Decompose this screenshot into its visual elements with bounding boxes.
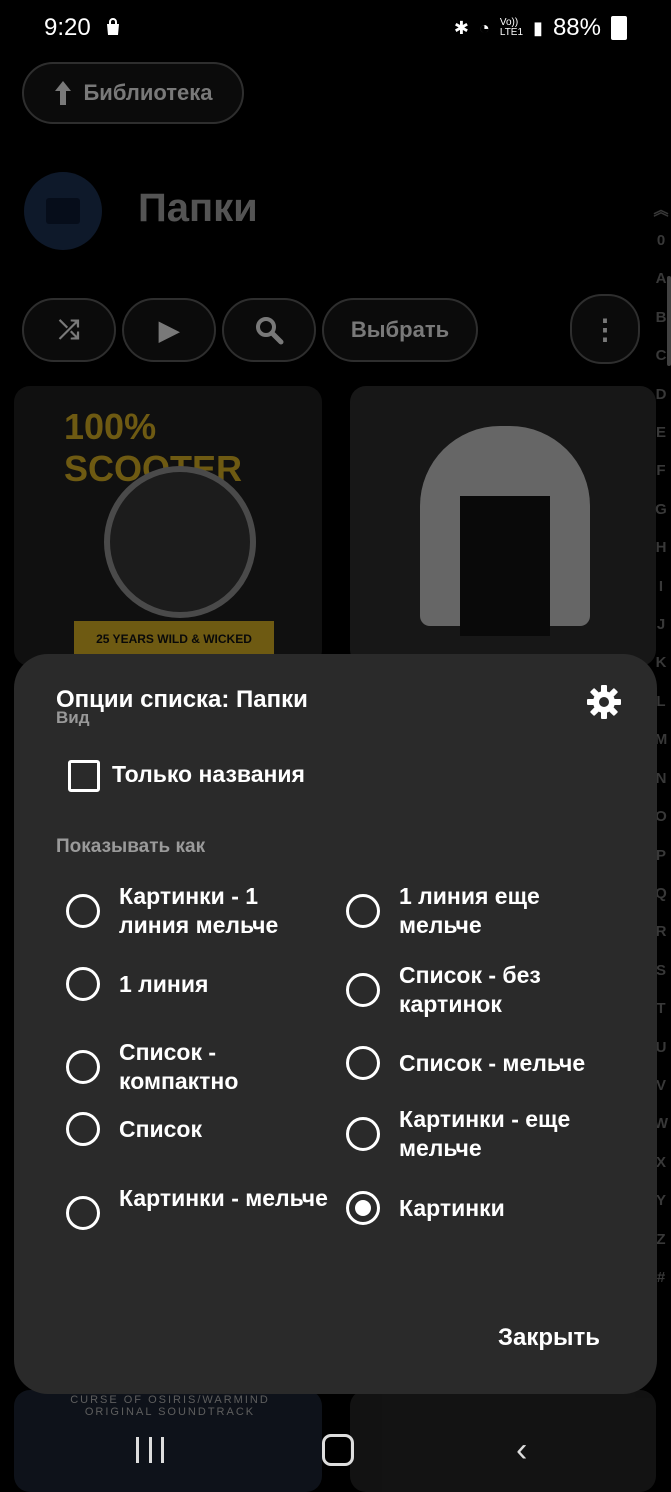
- display-mode-label[interactable]: Картинки: [399, 1194, 609, 1223]
- display-mode-radio[interactable]: [66, 1112, 100, 1146]
- album-art-shadow: [460, 496, 550, 636]
- arrow-up-icon: [55, 81, 72, 105]
- scrollbar[interactable]: [667, 276, 671, 366]
- alphabet-index-letter[interactable]: 0: [651, 222, 671, 260]
- more-vertical-icon: ⋮: [591, 313, 619, 345]
- display-mode-label[interactable]: Список: [119, 1115, 329, 1144]
- display-mode-label[interactable]: Список - мельче: [399, 1049, 609, 1078]
- page-title: Папки: [138, 186, 258, 230]
- display-mode-radio[interactable]: [346, 1117, 380, 1151]
- select-button[interactable]: Выбрать: [322, 298, 478, 362]
- alphabet-index-letter[interactable]: I: [651, 568, 671, 606]
- home-button[interactable]: [322, 1434, 354, 1466]
- album-tile-subtitle: 25 YEARS WILD & WICKED: [74, 621, 274, 657]
- display-mode-radio[interactable]: [66, 1196, 100, 1230]
- album-tile-title: CURSE OF OSIRIS/WARMIND ORIGINAL SOUNDTR…: [70, 1394, 270, 1418]
- album-tile[interactable]: [350, 386, 656, 666]
- alphabet-index-letter[interactable]: H: [651, 529, 671, 567]
- display-mode-label[interactable]: Картинки - мельче: [119, 1184, 329, 1213]
- search-button[interactable]: [222, 298, 316, 362]
- display-mode-radio[interactable]: [346, 894, 380, 928]
- display-mode-label[interactable]: 1 линия еще мельче: [399, 882, 609, 940]
- folder-icon: [46, 198, 80, 224]
- gear-icon[interactable]: [586, 684, 622, 720]
- display-mode-label[interactable]: Список - компактно: [119, 1038, 329, 1096]
- play-icon: ▶: [159, 314, 179, 345]
- display-mode-label[interactable]: Картинки - еще мельче: [399, 1105, 609, 1163]
- close-button[interactable]: Закрыть: [498, 1324, 600, 1352]
- back-button[interactable]: ‹: [516, 1433, 527, 1467]
- list-options-sheet: [14, 654, 657, 1394]
- album-tile[interactable]: 100% SCOOTER 25 YEARS WILD & WICKED: [14, 386, 322, 666]
- more-options-button[interactable]: ⋮: [570, 294, 640, 364]
- sheet-title: Опции списка: Папки: [56, 686, 308, 713]
- alphabet-index-letter[interactable]: F: [651, 452, 671, 490]
- display-mode-radio[interactable]: [346, 973, 380, 1007]
- display-mode-radio[interactable]: [66, 967, 100, 1001]
- display-mode-radio[interactable]: [66, 894, 100, 928]
- display-mode-radio[interactable]: [346, 1046, 380, 1080]
- only-names-checkbox[interactable]: [68, 760, 100, 792]
- chevron-up-icon: ︽: [653, 202, 669, 219]
- alphabet-index-letter[interactable]: D: [651, 376, 671, 414]
- shuffle-button[interactable]: ⤮: [22, 298, 116, 362]
- radio-selected-dot: [355, 1200, 371, 1216]
- display-mode-label[interactable]: Список - без картинок: [399, 961, 609, 1019]
- only-names-label[interactable]: Только названия: [112, 761, 305, 788]
- shuffle-icon: ⤮: [58, 314, 80, 344]
- show-as-label: Показывать как: [56, 836, 206, 857]
- recent-apps-button[interactable]: [136, 1437, 164, 1463]
- folder-avatar: [24, 172, 102, 250]
- display-mode-label[interactable]: 1 линия: [119, 970, 329, 999]
- alphabet-index-letter[interactable]: E: [651, 414, 671, 452]
- alphabet-index-letter[interactable]: J: [651, 606, 671, 644]
- album-art: [104, 466, 256, 618]
- library-button-label: Библиотека: [83, 80, 213, 105]
- library-button[interactable]: Библиотека: [22, 62, 244, 124]
- search-icon: [256, 317, 284, 345]
- display-mode-radio[interactable]: [346, 1191, 380, 1225]
- display-mode-label[interactable]: Картинки - 1 линия мельче: [119, 882, 329, 940]
- alphabet-index-letter[interactable]: G: [651, 491, 671, 529]
- display-mode-radio[interactable]: [66, 1050, 100, 1084]
- play-button[interactable]: ▶: [122, 298, 216, 362]
